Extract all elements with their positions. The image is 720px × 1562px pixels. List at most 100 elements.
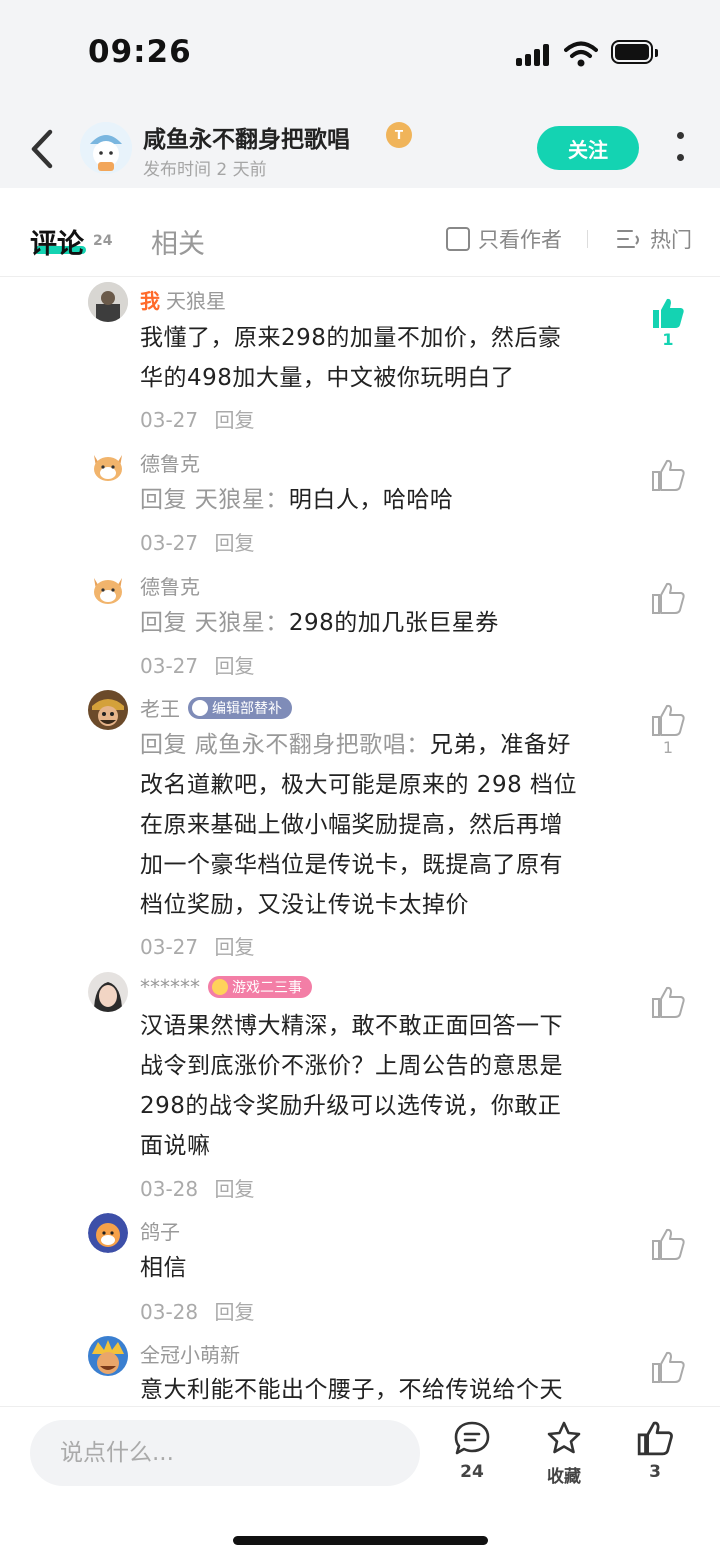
comment-line: 档位奖励，又没让传说卡太掉价 xyxy=(140,892,469,918)
comment-meta: 03-27 回复 xyxy=(140,931,264,960)
comments-count: 24 xyxy=(93,233,113,249)
comment-date: 03-28 xyxy=(140,1300,199,1324)
comment-author[interactable]: 鸽子 xyxy=(140,1216,180,1245)
reply-link[interactable]: 回复 xyxy=(214,935,254,959)
checkbox-icon[interactable] xyxy=(446,227,470,251)
reply-prefix: 回复 天狼星： xyxy=(140,610,289,636)
only-author-toggle[interactable]: 只看作者 xyxy=(446,224,562,254)
comment-date: 03-27 xyxy=(140,654,199,678)
reply-prefix: 回复 咸鱼永不翻身把歌唱： xyxy=(140,732,430,758)
comment-date: 03-28 xyxy=(140,1177,199,1201)
comment-line: 在原来基础上做小幅奖励提高，然后再增 xyxy=(140,812,563,838)
comment-line: 改名道歉吧，极大可能是原来的 298 档位 xyxy=(140,772,578,798)
avatar[interactable] xyxy=(88,1213,128,1253)
like-count-label: 3 xyxy=(649,1462,661,1482)
sort-icon xyxy=(617,230,639,248)
comment-author-name: 德鲁克 xyxy=(140,575,200,599)
thumbs-up-badge-icon xyxy=(192,699,208,716)
author-avatar[interactable] xyxy=(80,122,132,174)
comment-author[interactable]: 全冠小萌新 xyxy=(140,1339,240,1368)
comment-line: 298的加几张巨星券 xyxy=(288,610,499,636)
comment-author-name: 天狼星 xyxy=(166,289,226,313)
comment-meta: 03-27 回复 xyxy=(140,527,264,556)
comment-date: 03-27 xyxy=(140,531,199,555)
comment-line: 战令到底涨价不涨价？上周公告的意思是 xyxy=(140,1053,563,1079)
avatar[interactable] xyxy=(88,972,128,1012)
favorite-label: 收藏 xyxy=(547,1467,581,1487)
comment-count-label: 24 xyxy=(460,1462,484,1482)
comment-input[interactable] xyxy=(30,1420,420,1486)
follow-button[interactable]: 关注 xyxy=(537,126,639,170)
post-time: 发布时间 2 天前 xyxy=(143,160,267,180)
comment-author[interactable]: 我 天狼星 xyxy=(140,285,226,314)
like-count: 1 xyxy=(662,738,674,757)
author-name[interactable]: 咸鱼永不翻身把歌唱 xyxy=(143,120,350,154)
thumbs-up-icon[interactable] xyxy=(650,581,686,615)
author-level-badge: T xyxy=(386,122,412,148)
comment-text: 回复 咸鱼永不翻身把歌唱：兄弟，准备好 改名道歉吧，极大可能是原来的 298 档… xyxy=(140,725,620,925)
more-options-icon[interactable] xyxy=(674,130,688,166)
status-time: 09:26 xyxy=(88,34,192,70)
thumbs-up-icon xyxy=(637,1421,673,1456)
tabs-divider xyxy=(0,276,720,277)
back-arrow-icon[interactable] xyxy=(26,126,58,172)
crown-icon xyxy=(212,979,228,995)
comment-line: 我懂了，原来298的加量不加价，然后豪 xyxy=(140,325,562,351)
avatar[interactable] xyxy=(88,690,128,730)
comment-meta: 03-27 回复 xyxy=(140,404,264,433)
comment-line: 面说嘛 xyxy=(140,1133,211,1159)
avatar[interactable] xyxy=(88,1336,128,1376)
like-button[interactable]: 3 xyxy=(620,1420,690,1482)
reply-link[interactable]: 回复 xyxy=(214,531,254,555)
reply-link[interactable]: 回复 xyxy=(214,1300,254,1324)
comment-date: 03-27 xyxy=(140,408,199,432)
comment-line: 明白人，哈哈哈 xyxy=(288,487,454,513)
tab-comments[interactable]: 评论 xyxy=(30,222,84,261)
favorite-button[interactable]: 收藏 xyxy=(529,1420,599,1487)
only-author-label: 只看作者 xyxy=(478,228,562,252)
home-indicator xyxy=(233,1536,488,1545)
comment-author-name: 老王 xyxy=(140,697,180,721)
user-tag: 游戏二三事 xyxy=(208,976,312,998)
thumbs-up-filled-icon[interactable] xyxy=(650,296,686,330)
comment-line: 相信 xyxy=(140,1255,187,1281)
comment-author[interactable]: 德鲁克 xyxy=(140,448,200,477)
thumbs-up-icon[interactable] xyxy=(650,985,686,1019)
reply-link[interactable]: 回复 xyxy=(214,408,254,432)
me-label: 我 xyxy=(140,289,160,313)
user-tag-label: 编辑部替补 xyxy=(212,700,282,717)
cellular-signal-icon xyxy=(516,42,554,66)
comment-line: 华的498加大量，中文被你玩明白了 xyxy=(140,365,515,391)
wifi-icon xyxy=(564,41,598,67)
comment-author[interactable]: ****** 游戏二三事 xyxy=(140,975,312,999)
thumbs-up-icon[interactable] xyxy=(650,1227,686,1261)
comment-author[interactable]: 老王 编辑部替补 xyxy=(140,693,292,722)
thumbs-up-icon[interactable] xyxy=(650,458,686,492)
comment-text: 汉语果然博大精深，敢不敢正面回答一下 战令到底涨价不涨价？上周公告的意思是 29… xyxy=(140,1006,620,1166)
avatar[interactable] xyxy=(88,568,128,608)
comment-line: 加一个豪华档位是传说卡，既提高了原有 xyxy=(140,852,563,878)
battery-icon xyxy=(611,40,658,64)
comment-text: 相信 xyxy=(140,1248,620,1288)
comment-line: 兄弟，准备好 xyxy=(429,732,571,758)
reply-prefix: 回复 天狼星： xyxy=(140,487,289,513)
comment-text: 意大利能不能出个腰子，不给传说给个天 xyxy=(140,1370,620,1406)
user-tag: 编辑部替补 xyxy=(188,696,292,719)
thumbs-up-icon[interactable] xyxy=(650,1350,686,1384)
avatar[interactable] xyxy=(88,282,128,322)
comment-meta: 03-28 回复 xyxy=(140,1296,264,1325)
comment-line: 汉语果然博大精深，敢不敢正面回答一下 xyxy=(140,1013,563,1039)
tab-related[interactable]: 相关 xyxy=(151,222,205,261)
sort-hot-button[interactable]: 热门 xyxy=(616,224,692,254)
comments-button[interactable]: 24 xyxy=(437,1420,507,1482)
comment-bubble-icon xyxy=(454,1421,490,1455)
reply-link[interactable]: 回复 xyxy=(214,654,254,678)
comment-author-name: ****** xyxy=(140,975,200,999)
reply-link[interactable]: 回复 xyxy=(214,1177,254,1201)
user-tag-label: 游戏二三事 xyxy=(232,980,302,996)
avatar[interactable] xyxy=(88,445,128,485)
comment-author[interactable]: 德鲁克 xyxy=(140,571,200,600)
comment-line: 298的战令奖励升级可以选传说，你敢正 xyxy=(140,1093,562,1119)
comment-author-name: 全冠小萌新 xyxy=(140,1343,240,1367)
thumbs-up-icon[interactable] xyxy=(650,703,686,737)
